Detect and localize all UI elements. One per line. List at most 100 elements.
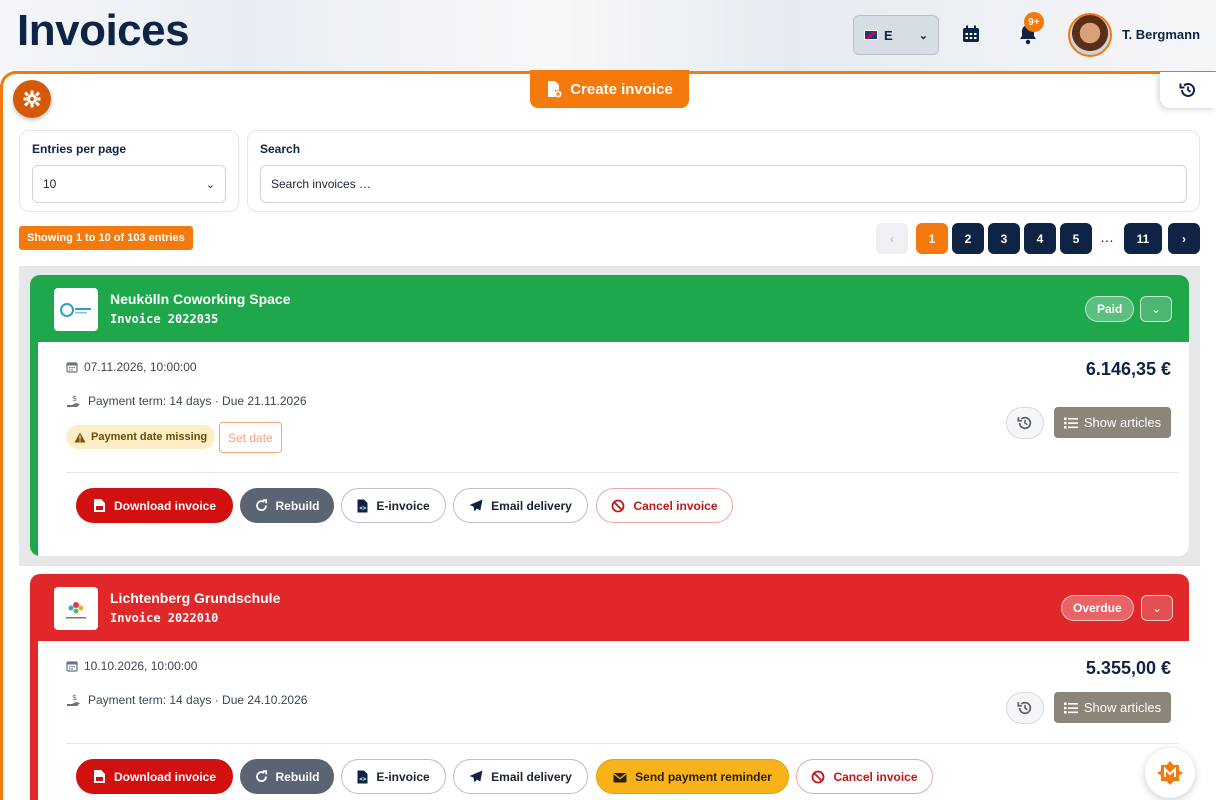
chevron-down-icon: ⌄ [1151, 601, 1163, 615]
page-button-1[interactable]: 1 [916, 223, 948, 254]
invoice-date: 10.10.2026, 10:00:00 [66, 659, 197, 673]
email-delivery-button[interactable]: Email delivery [453, 759, 588, 794]
uk-flag-icon [864, 30, 878, 40]
download-invoice-button[interactable]: Download invoice [76, 488, 233, 523]
invoice-card: Lichtenberg Grundschule Invoice 2022010 … [30, 574, 1189, 800]
cancel-invoice-button[interactable]: Cancel invoice [796, 759, 933, 794]
search-label: Search [260, 142, 301, 156]
customer-name: Neukölln Coworking Space [110, 291, 291, 307]
invoice-number: Invoice 2022035 [110, 312, 219, 326]
search-input[interactable]: Search invoices … [260, 165, 1187, 203]
entries-per-page-select[interactable]: 10 ⌄ [32, 165, 226, 203]
invoice-number: Invoice 2022010 [110, 611, 219, 625]
warning-icon [74, 432, 86, 443]
rebuild-label: Rebuild [275, 498, 320, 513]
refresh-icon [255, 770, 268, 783]
invoice-history-button[interactable] [1006, 692, 1044, 724]
ban-icon [811, 770, 825, 784]
history-button[interactable] [1160, 72, 1216, 108]
e-invoice-button[interactable]: <> E-invoice [341, 759, 446, 794]
divider [66, 472, 1179, 473]
pdf-icon [93, 769, 106, 784]
status-badge: Paid [1085, 296, 1135, 322]
prev-page-button[interactable]: ‹ [876, 223, 908, 254]
invoice-date: 07.11.2026, 10:00:00 [66, 360, 197, 374]
brand-logo-button[interactable] [1145, 748, 1195, 798]
search-placeholder: Search invoices … [271, 177, 372, 191]
email-delivery-label: Email delivery [491, 498, 572, 513]
payment-term-text: Payment term: 14 days · Due 24.10.2026 [88, 693, 308, 707]
page-button-2[interactable]: 2 [952, 223, 984, 254]
list-icon [1063, 702, 1078, 714]
e-invoice-label: E-invoice [376, 769, 430, 784]
pagination: ‹ 1 2 3 4 5 … 11 › [876, 223, 1200, 254]
page-button-5[interactable]: 5 [1060, 223, 1092, 254]
show-articles-button[interactable]: Show articles [1054, 692, 1171, 723]
history-icon [1017, 415, 1033, 431]
show-articles-button[interactable]: Show articles [1054, 407, 1171, 438]
svg-text:$: $ [72, 394, 77, 403]
download-invoice-label: Download invoice [113, 769, 216, 784]
email-delivery-button[interactable]: Email delivery [453, 488, 588, 523]
payment-hand-icon: $ [66, 394, 82, 408]
entries-per-page-card: Entries per page 10 ⌄ [19, 130, 239, 212]
email-delivery-label: Email delivery [491, 769, 572, 784]
pdf-icon [93, 498, 106, 513]
language-select[interactable]: E ⌄ [853, 15, 939, 55]
show-articles-label: Show articles [1083, 700, 1162, 715]
cancel-invoice-label: Cancel invoice [633, 498, 718, 513]
rebuild-button[interactable]: Rebuild [240, 759, 334, 794]
payment-term: $ Payment term: 14 days · Due 21.11.2026 [66, 394, 307, 408]
refresh-icon [255, 499, 268, 512]
payment-term: $ Payment term: 14 days · Due 24.10.2026 [66, 693, 307, 707]
invoice-history-button[interactable] [1006, 407, 1044, 439]
page-button-4[interactable]: 4 [1024, 223, 1056, 254]
gear-icon [23, 90, 41, 108]
cancel-invoice-label: Cancel invoice [833, 769, 918, 784]
calendar-icon [66, 361, 78, 373]
entries-label: Entries per page [32, 142, 127, 156]
e-invoice-label: E-invoice [376, 498, 430, 513]
customer-logo [54, 587, 98, 630]
notification-badge: 9+ [1024, 12, 1044, 32]
download-invoice-button[interactable]: Download invoice [76, 759, 233, 794]
user-name[interactable]: T. Bergmann [1122, 27, 1200, 42]
next-page-button[interactable]: › [1168, 223, 1200, 254]
svg-text:<>: <> [360, 776, 368, 783]
send-payment-reminder-button[interactable]: Send payment reminder [596, 759, 789, 794]
language-select-value: E [884, 27, 893, 43]
page-button-3[interactable]: 3 [988, 223, 1020, 254]
avatar[interactable] [1068, 13, 1112, 57]
calendar-icon[interactable] [959, 22, 983, 46]
invoice-card: Neukölln Coworking Space Invoice 2022035… [30, 275, 1189, 556]
cancel-invoice-button[interactable]: Cancel invoice [596, 488, 733, 523]
divider [66, 743, 1179, 744]
entries-count-badge: Showing 1 to 10 of 103 entries [19, 226, 193, 250]
warning-text: Payment date missing [91, 431, 208, 443]
chevron-down-icon: ⌄ [1150, 302, 1162, 316]
e-invoice-button[interactable]: <> E-invoice [341, 488, 446, 523]
payment-term-text: Payment term: 14 days · Due 21.11.2026 [88, 394, 307, 408]
paper-plane-icon [469, 770, 483, 783]
svg-text:<>: <> [360, 505, 368, 512]
page-button-11[interactable]: 11 [1124, 223, 1162, 254]
pagination-ellipsis: … [1100, 229, 1114, 245]
expand-toggle[interactable]: ⌄ [1140, 296, 1172, 322]
svg-text:$: $ [72, 693, 77, 702]
envelope-icon [613, 771, 627, 783]
set-date-button[interactable]: Set date [219, 422, 282, 453]
create-invoice-button[interactable]: Create invoice [530, 70, 689, 108]
history-icon [1179, 81, 1197, 99]
chevron-down-icon: ⌄ [205, 178, 215, 191]
settings-button[interactable] [13, 80, 51, 118]
file-add-icon [546, 80, 562, 98]
warning-badge: Payment date missing [66, 425, 216, 449]
rebuild-label: Rebuild [275, 769, 320, 784]
invoice-amount: 6.146,35 € [1085, 359, 1171, 379]
send-payment-reminder-label: Send payment reminder [635, 769, 772, 784]
rebuild-button[interactable]: Rebuild [240, 488, 334, 523]
status-badge: Overdue [1061, 595, 1134, 621]
chevron-left-icon: ‹ [890, 231, 894, 246]
expand-toggle[interactable]: ⌄ [1141, 595, 1173, 621]
ban-icon [611, 499, 625, 513]
